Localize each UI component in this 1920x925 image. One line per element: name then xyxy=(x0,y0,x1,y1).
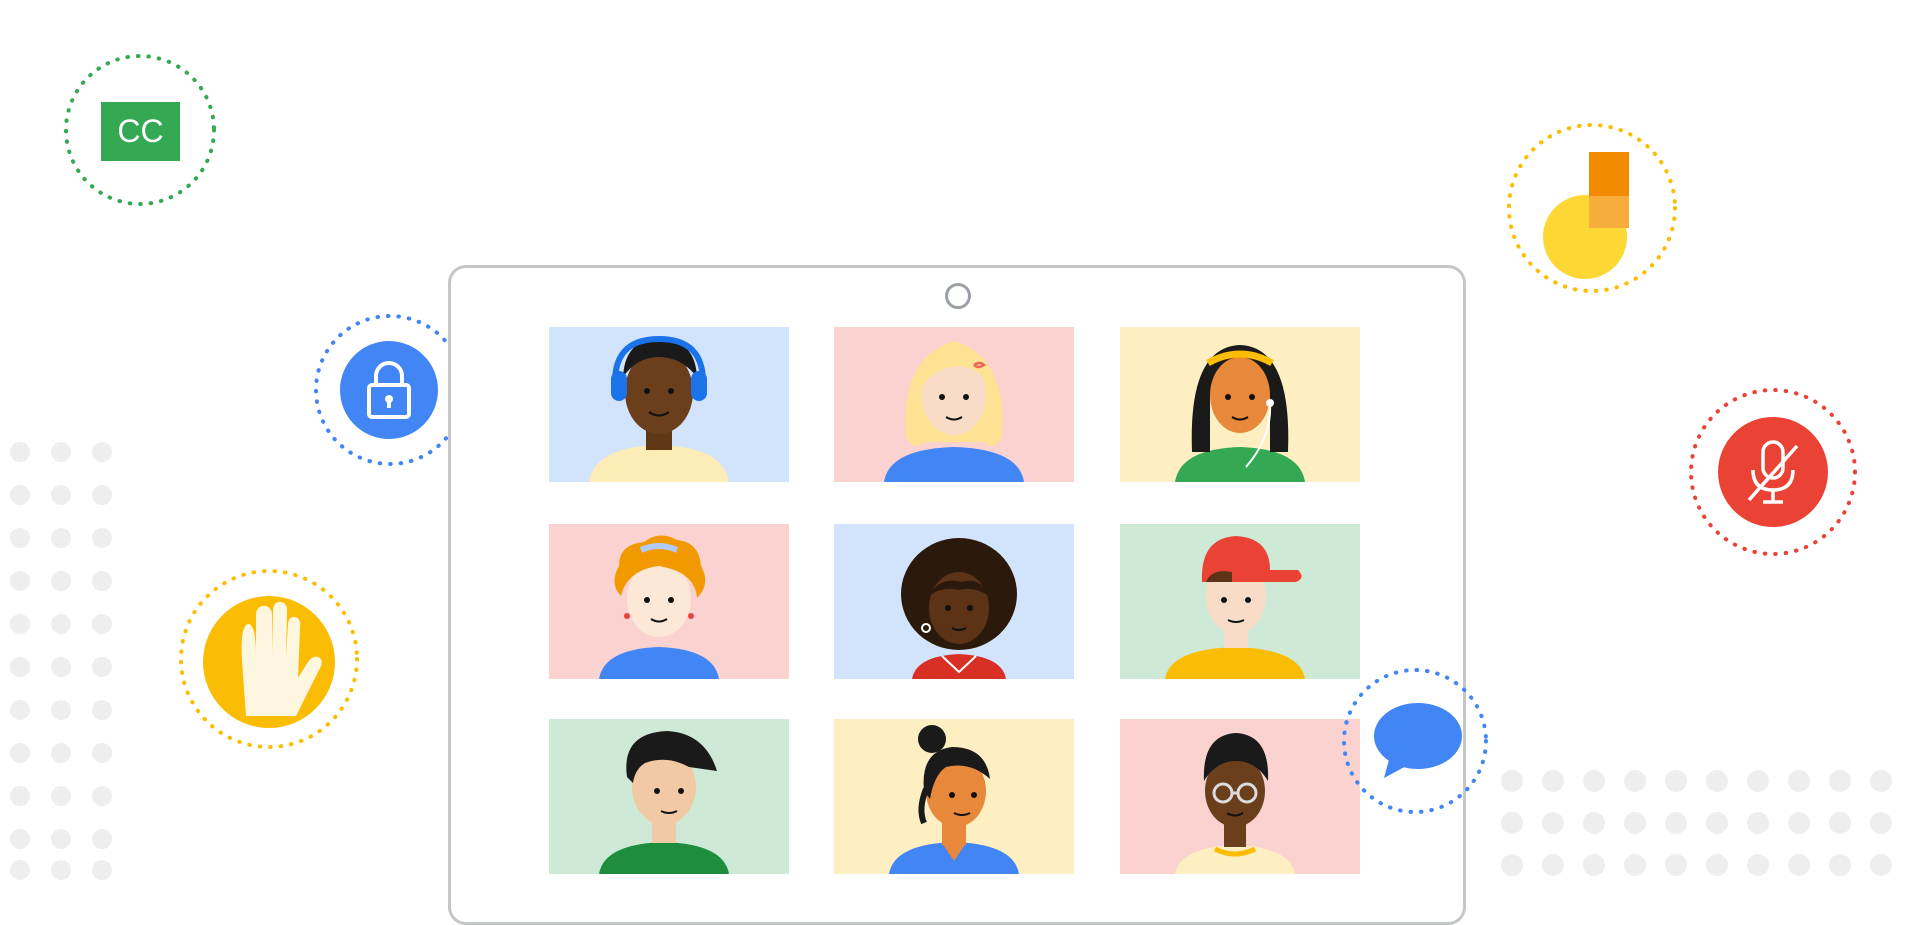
participant-tile xyxy=(549,327,789,482)
participant-tile xyxy=(1120,524,1360,679)
participant-tile xyxy=(834,327,1074,482)
jamboard-icon xyxy=(1507,123,1677,293)
dot-grid-left xyxy=(10,442,112,880)
muted-microphone-icon xyxy=(1689,388,1857,556)
lock-icon xyxy=(314,314,466,466)
raised-hand-icon xyxy=(179,569,359,749)
participant-tile xyxy=(834,524,1074,679)
participant-tile xyxy=(1120,327,1360,482)
participant-tile xyxy=(549,719,789,874)
participant-tile xyxy=(1120,719,1360,874)
dot-grid-right xyxy=(1501,770,1892,876)
participant-tile xyxy=(549,524,789,679)
chat-bubble-icon xyxy=(1342,668,1488,814)
webcam-icon xyxy=(945,283,971,309)
closed-captions-icon: CC xyxy=(101,102,180,161)
participant-tile xyxy=(834,719,1074,874)
